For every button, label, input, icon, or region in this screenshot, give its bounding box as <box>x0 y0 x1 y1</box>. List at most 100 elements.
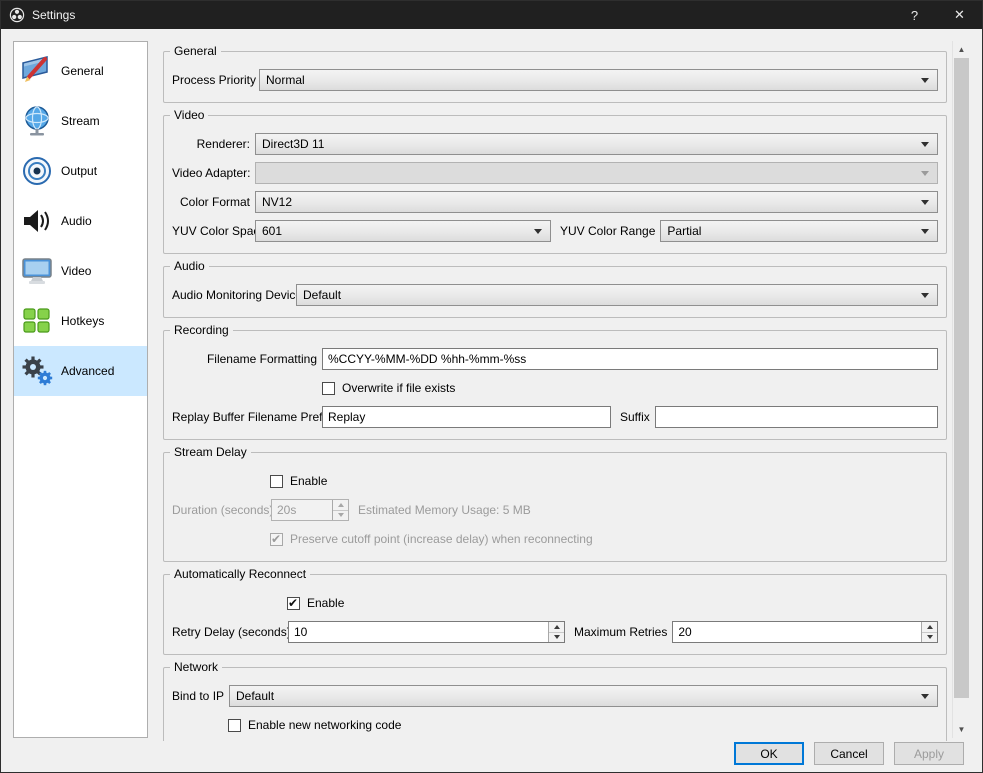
dialog-buttons: OK Cancel Apply <box>734 742 964 765</box>
process-priority-row: Process Priority Normal <box>172 67 938 93</box>
process-priority-select[interactable]: Normal <box>259 69 938 91</box>
sidebar-item-label: Advanced <box>61 364 115 378</box>
bind-to-ip-label: Bind to IP <box>172 689 225 703</box>
spinner-arrows[interactable] <box>548 622 564 642</box>
group-title: Automatically Reconnect <box>170 567 311 581</box>
bind-to-ip-select[interactable]: Default <box>229 685 938 707</box>
new-networking-row: Enable new networking code <box>172 712 938 738</box>
filename-formatting-row: Filename Formatting <box>172 346 938 372</box>
spinner-down-icon[interactable] <box>922 633 937 643</box>
preserve-cutoff-checkbox <box>270 532 283 546</box>
video-icon <box>19 254 55 288</box>
video-adapter-label: Video Adapter: <box>172 166 251 180</box>
group-title: Recording <box>170 323 233 337</box>
filename-formatting-input[interactable] <box>322 348 938 370</box>
new-networking-checkbox[interactable] <box>228 718 241 732</box>
color-format-select[interactable]: NV12 <box>255 191 938 213</box>
sidebar-item-stream[interactable]: Stream <box>14 96 147 146</box>
hotkeys-icon <box>19 304 55 338</box>
scrollbar-thumb[interactable] <box>954 58 969 698</box>
sidebar-item-label: Hotkeys <box>61 314 105 328</box>
bind-to-ip-row: Bind to IP Default <box>172 683 938 709</box>
group-general: General Process Priority Normal <box>163 44 947 103</box>
estimated-memory-usage-text: Estimated Memory Usage: 5 MB <box>358 503 531 517</box>
reconnect-enable-checkbox[interactable] <box>287 596 300 610</box>
advanced-settings-panel: General Process Priority Normal Video Re… <box>163 41 947 741</box>
scroll-up-icon[interactable]: ▲ <box>953 41 970 58</box>
new-networking-label: Enable new networking code <box>248 718 402 732</box>
video-adapter-select <box>255 162 938 184</box>
overwrite-row: Overwrite if file exists <box>172 375 938 401</box>
general-icon <box>19 54 55 88</box>
help-button[interactable]: ? <box>892 1 937 29</box>
group-title: Network <box>170 660 223 674</box>
spinner-down-icon <box>333 511 348 521</box>
duration-spinner: 20s <box>271 499 349 521</box>
window-title: Settings <box>32 8 76 22</box>
apply-button: Apply <box>894 742 964 765</box>
suffix-input[interactable] <box>654 406 938 428</box>
group-title: Audio <box>170 259 209 273</box>
stream-delay-enable-checkbox[interactable] <box>270 474 283 488</box>
sidebar-item-audio[interactable]: Audio <box>14 196 147 246</box>
audio-monitoring-device-label: Audio Monitoring Device <box>172 288 303 302</box>
sidebar-item-general[interactable]: General <box>14 46 147 96</box>
scroll-down-icon[interactable]: ▼ <box>953 721 970 738</box>
sidebar-item-video[interactable]: Video <box>14 246 147 296</box>
filename-formatting-label: Filename Formatting <box>206 352 317 366</box>
chevron-down-icon <box>921 229 929 234</box>
stream-icon <box>19 104 55 138</box>
spinner-arrows[interactable] <box>921 622 937 642</box>
renderer-row: Renderer: Direct3D 11 <box>172 131 938 157</box>
advanced-icon <box>19 354 55 388</box>
sidebar-item-advanced[interactable]: Advanced <box>14 346 147 396</box>
sidebar-item-label: General <box>61 64 104 78</box>
spinner-down-icon[interactable] <box>549 633 564 643</box>
spinner-up-icon <box>333 500 348 511</box>
maximum-retries-label: Maximum Retries <box>574 625 668 639</box>
preserve-cutoff-label: Preserve cutoff point (increase delay) w… <box>290 532 593 546</box>
overwrite-checkbox[interactable] <box>322 381 335 395</box>
yuv-row: YUV Color Space 601 YUV Color Range Part… <box>172 218 938 244</box>
yuv-color-space-select[interactable]: 601 <box>255 220 551 242</box>
spinner-up-icon[interactable] <box>549 622 564 633</box>
sidebar-item-label: Video <box>61 264 92 278</box>
replay-prefix-input[interactable] <box>322 406 611 428</box>
vertical-scrollbar[interactable]: ▲ ▼ <box>952 41 969 738</box>
output-icon <box>19 154 55 188</box>
group-video: Video Renderer: Direct3D 11 Video Adapte… <box>163 108 947 254</box>
settings-window: Settings ? ✕ General Stream Output Audio… <box>0 0 983 773</box>
duration-label: Duration (seconds) <box>172 503 274 517</box>
sidebar-item-hotkeys[interactable]: Hotkeys <box>14 296 147 346</box>
group-title: General <box>170 44 221 58</box>
close-button[interactable]: ✕ <box>937 1 982 29</box>
spinner-up-icon[interactable] <box>922 622 937 633</box>
cancel-button[interactable]: Cancel <box>814 742 884 765</box>
chevron-down-icon <box>921 200 929 205</box>
chevron-down-icon <box>921 694 929 699</box>
stream-delay-enable-label: Enable <box>290 474 328 488</box>
overwrite-label: Overwrite if file exists <box>342 381 456 395</box>
video-adapter-row: Video Adapter: <box>172 160 938 186</box>
obs-logo-icon <box>9 7 25 23</box>
retry-delay-row: Retry Delay (seconds) 10 Maximum Retries… <box>172 619 938 645</box>
sidebar-item-output[interactable]: Output <box>14 146 147 196</box>
ok-button[interactable]: OK <box>734 742 804 765</box>
preserve-cutoff-row: Preserve cutoff point (increase delay) w… <box>172 526 938 552</box>
process-priority-label: Process Priority <box>172 73 257 87</box>
suffix-label: Suffix <box>620 410 650 424</box>
sidebar-item-label: Audio <box>61 214 92 228</box>
retry-delay-label: Retry Delay (seconds) <box>172 625 291 639</box>
yuv-color-range-label: YUV Color Range <box>560 224 656 238</box>
group-automatically-reconnect: Automatically Reconnect Enable Retry Del… <box>163 567 947 655</box>
audio-monitoring-device-select[interactable]: Default <box>296 284 938 306</box>
group-stream-delay: Stream Delay Enable Duration (seconds) 2… <box>163 445 947 562</box>
renderer-select[interactable]: Direct3D 11 <box>255 133 938 155</box>
group-title: Video <box>170 108 209 122</box>
reconnect-enable-row: Enable <box>172 590 938 616</box>
retry-delay-spinner[interactable]: 10 <box>288 621 565 643</box>
maximum-retries-spinner[interactable]: 20 <box>672 621 938 643</box>
group-recording: Recording Filename Formatting Overwrite … <box>163 323 947 440</box>
sidebar-item-label: Stream <box>61 114 100 128</box>
yuv-color-range-select[interactable]: Partial <box>660 220 938 242</box>
